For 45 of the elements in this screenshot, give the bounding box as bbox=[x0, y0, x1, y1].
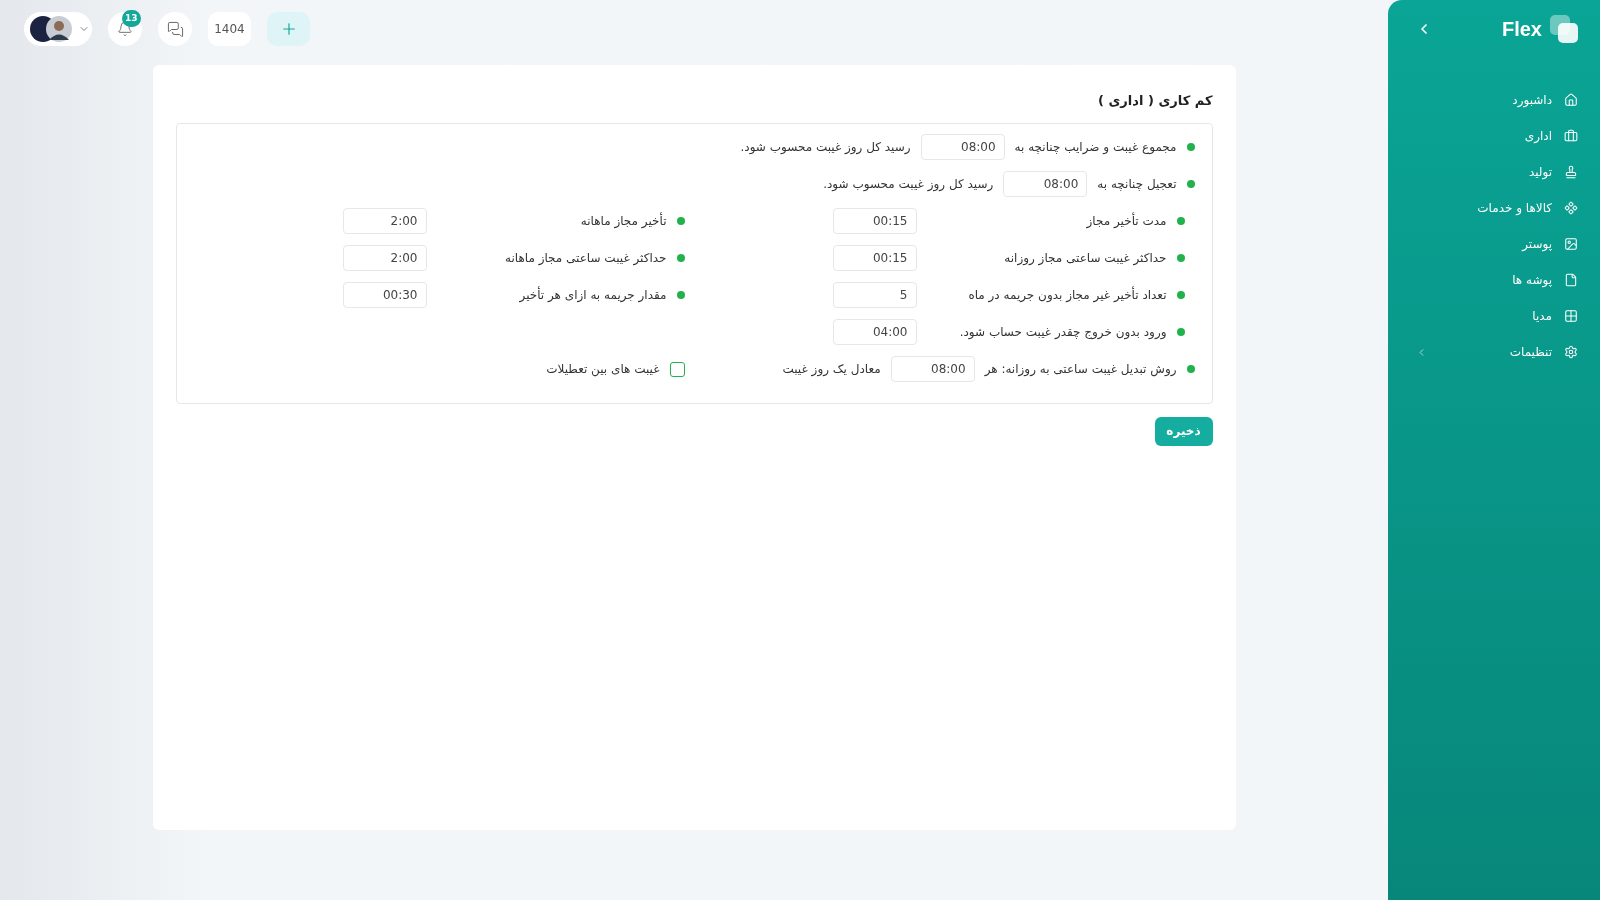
chat-button[interactable] bbox=[158, 12, 192, 46]
add-button[interactable] bbox=[267, 12, 310, 46]
chat-icon bbox=[166, 20, 184, 38]
checkbox-label: غیبت های بین تعطیلات bbox=[546, 361, 660, 378]
time-input[interactable]: 08:00 bbox=[890, 356, 975, 382]
field-label: تعداد تأخیر غیر مجاز بدون جریمه در ماه bbox=[968, 286, 1167, 304]
file-icon bbox=[1564, 273, 1578, 287]
grid-icon bbox=[1564, 309, 1578, 323]
time-input[interactable]: 08:00 bbox=[1003, 171, 1088, 197]
field-label: تعجیل چنانچه به bbox=[1097, 176, 1177, 193]
stamp-icon bbox=[1564, 165, 1578, 179]
field-label: روش تبدیل غیبت ساعتی به روزانه: هر bbox=[984, 361, 1177, 378]
time-input[interactable]: 08:00 bbox=[920, 134, 1005, 160]
field-label: ورود بدون خروج چقدر غیبت حساب شود. bbox=[959, 324, 1167, 341]
logo-icon bbox=[1550, 15, 1578, 43]
diamond-icon bbox=[1564, 201, 1578, 215]
time-input[interactable]: 2:00 bbox=[342, 245, 427, 271]
checkbox[interactable] bbox=[669, 361, 685, 377]
settings-icon bbox=[1564, 345, 1578, 359]
field-label: حداکثر غیبت ساعتی مجاز ماهانه bbox=[504, 250, 667, 267]
year-button[interactable]: 1404 bbox=[208, 12, 251, 46]
profile-menu[interactable] bbox=[24, 12, 92, 46]
bell-icon bbox=[117, 21, 133, 37]
field-label: حداکثر غیبت ساعتی مجاز روزانه bbox=[1004, 250, 1167, 267]
field-suffix: رسید کل روز غیبت محسوب شود. bbox=[740, 139, 911, 156]
brand-name: Flex bbox=[1501, 17, 1542, 42]
field-label: مجموع غیبت و ضرایب چنانچه به bbox=[1014, 139, 1177, 156]
field-label: مدت تأخیر مجاز bbox=[1086, 212, 1167, 230]
sidebar-item[interactable]: تنظیمات bbox=[1388, 340, 1600, 364]
home-icon bbox=[1564, 93, 1578, 107]
time-input[interactable]: 04:00 bbox=[832, 319, 917, 345]
field-label: تأخیر مجاز ماهانه bbox=[580, 212, 667, 230]
field-label: مقدار جریمه به ازای هر تأخیر bbox=[519, 286, 667, 304]
time-input[interactable]: 2:00 bbox=[342, 208, 427, 234]
field-suffix: رسید کل روز غیبت محسوب شود. bbox=[823, 176, 994, 193]
avatar bbox=[30, 16, 72, 42]
time-input[interactable]: 5 bbox=[832, 282, 917, 308]
notification-badge: 13 bbox=[122, 10, 141, 27]
page-title: کم کاری ( اداری ) bbox=[1096, 92, 1213, 110]
briefcase-icon bbox=[1564, 129, 1578, 143]
time-input[interactable]: 00:30 bbox=[342, 282, 427, 308]
time-input[interactable]: 00:15 bbox=[832, 208, 917, 234]
field-suffix: معادل یک روز غیبت bbox=[782, 361, 881, 378]
image-icon bbox=[1564, 237, 1578, 251]
time-input[interactable]: 00:15 bbox=[832, 245, 917, 271]
